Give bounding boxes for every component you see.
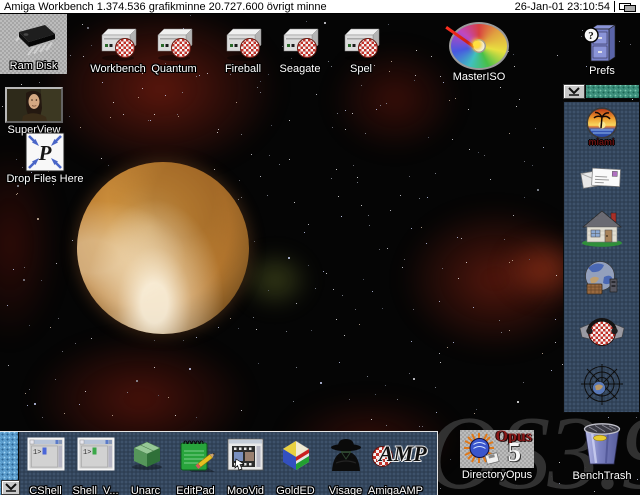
desktop-icon-superview[interactable]: SuperView <box>2 87 66 136</box>
icon-label: Quantum <box>151 63 196 75</box>
miami-label: miami <box>588 138 614 147</box>
icon-label: Workbench <box>90 63 145 75</box>
icon-label: Fireball <box>225 63 261 75</box>
laser-beam <box>445 26 475 48</box>
terminal-icon: 1> <box>77 437 115 471</box>
laser-spark <box>473 41 480 48</box>
desktop-wallpaper: OS3.9 <box>0 14 640 495</box>
icon-label: Spel <box>350 63 372 75</box>
dock-item-label: EditPad <box>176 485 215 495</box>
dock-item-home[interactable] <box>580 205 624 247</box>
desktop-icon-dropbox[interactable]: P Drop Files Here <box>2 132 88 185</box>
notepad-pencil-icon <box>175 437 217 473</box>
drop-files-icon: P <box>25 132 65 172</box>
dock-item-label: CShell <box>29 485 61 495</box>
cd-icon <box>449 22 509 70</box>
dock-item-golded[interactable]: GoldED <box>271 433 320 495</box>
icon-label: MasterISO <box>453 71 506 83</box>
icon-label: BenchTrash <box>573 470 632 482</box>
screen-titlebar[interactable]: Amiga Workbench 1.374.536 grafikminne 20… <box>0 0 640 14</box>
dock-item-cshell[interactable]: 1> CShell <box>21 433 70 495</box>
spiderweb-globe-icon <box>579 363 625 407</box>
workbench-screen: Amiga Workbench 1.374.536 grafikminne 20… <box>0 0 640 495</box>
dock-item-amigaamp[interactable]: AMP AmigaAMP <box>371 433 420 495</box>
desktop-icon-masteriso[interactable]: MasterISO <box>444 22 514 83</box>
disk-drive-icon <box>278 24 322 62</box>
desktop-icon-prefs[interactable]: ? Prefs <box>567 22 637 77</box>
desktop-icon-benchtrash[interactable]: BenchTrash <box>570 419 634 482</box>
desktop-icon-spel[interactable]: Spel <box>326 24 396 75</box>
dock-item-editpad[interactable]: EditPad <box>171 433 220 495</box>
svg-text:1>: 1> <box>83 449 91 457</box>
svg-text:?: ? <box>588 30 594 42</box>
globe-head-icon <box>580 260 624 300</box>
clock-text: 26-Jan-01 23:10:54 <box>515 1 614 13</box>
dock-item-label: Unarc <box>131 485 160 495</box>
desktop-icon-seagate[interactable]: Seagate <box>265 24 335 75</box>
terminal-icon: 1> <box>27 437 65 471</box>
right-dock-body: miami <box>563 101 640 413</box>
filmstrip-window-icon <box>227 437 265 472</box>
dock-item-web[interactable] <box>579 363 625 407</box>
icon-label: DirectoryOpus <box>430 469 564 481</box>
dock-item-label: Visage <box>329 485 362 495</box>
dock-item-boing-amp[interactable] <box>578 314 626 349</box>
dock-item-miami[interactable]: miami <box>585 107 619 147</box>
right-dock-titlebar[interactable] <box>563 84 640 99</box>
icon-label: Seagate <box>280 63 321 75</box>
boing-ball-headphones-icon <box>578 314 626 349</box>
icon-label: Ram Disk <box>10 60 58 72</box>
miami-icon <box>585 107 619 140</box>
disk-drive-icon <box>96 24 140 62</box>
green-box-icon <box>127 437 165 471</box>
dock-item-label: Shell_V... <box>72 485 118 495</box>
disk-drive-icon <box>339 24 383 62</box>
dock-item-visage[interactable]: Visage <box>321 433 370 495</box>
desktop-icon-quantum[interactable]: Quantum <box>139 24 209 75</box>
home-icon <box>580 205 624 247</box>
dock-item-moovid[interactable]: MooVid <box>221 433 270 495</box>
icon-label: Prefs <box>589 65 615 77</box>
dock-item-label: AmigaAMP <box>368 485 423 495</box>
right-dock: miami <box>563 84 640 413</box>
dock-item-unarc[interactable]: Unarc <box>121 433 170 495</box>
trash-bucket-icon <box>575 419 629 469</box>
prefs-cabinet-icon: ? <box>582 22 622 64</box>
bottom-dock: 1> CShell 1> Shell_V... <box>0 431 438 495</box>
right-dock-drag-area[interactable] <box>585 84 640 99</box>
dock-item-shell[interactable]: 1> Shell_V... <box>71 433 120 495</box>
amp-logo-icon: AMP <box>371 437 420 471</box>
opus-number-text: 5 <box>508 437 522 468</box>
right-dock-collapse-button[interactable] <box>563 84 585 99</box>
screen-title: Amiga Workbench 1.374.536 grafikminne 20… <box>0 1 327 13</box>
screen-depth-gadget[interactable] <box>614 1 639 12</box>
dock-item-mail[interactable] <box>580 161 624 191</box>
ram-chip-icon <box>7 20 61 60</box>
planet-image <box>77 162 249 334</box>
dock-item-label: GoldED <box>276 485 315 495</box>
desktop-icon-directoryopus[interactable]: Opus 5 <box>460 430 534 468</box>
mona-lisa-icon <box>5 87 63 123</box>
bottom-dock-collapse-button[interactable] <box>1 480 20 495</box>
colored-cube-icon <box>277 437 315 472</box>
dock-item-globe-head[interactable] <box>580 260 624 300</box>
disk-drive-icon <box>152 24 196 62</box>
disk-drive-icon <box>221 24 265 62</box>
svg-text:1>: 1> <box>33 449 41 457</box>
detective-icon <box>328 437 364 472</box>
svg-text:P: P <box>38 141 52 165</box>
desktop-icon-ramdisk[interactable]: Ram Disk <box>0 14 67 74</box>
dock-item-label: MooVid <box>227 485 264 495</box>
mail-icon <box>580 161 624 191</box>
icon-label: Drop Files Here <box>6 173 83 185</box>
